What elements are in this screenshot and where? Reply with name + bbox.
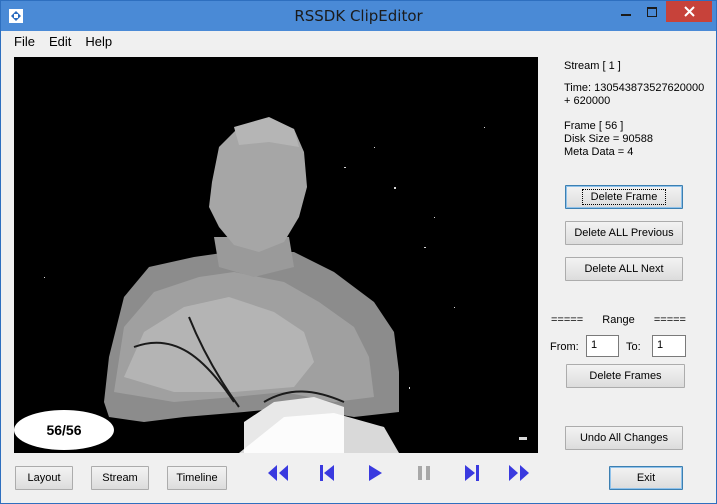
to-label: To: (626, 341, 641, 353)
delete-frames-button[interactable]: Delete Frames (566, 364, 685, 388)
range-label: Range (602, 314, 635, 326)
menu-edit[interactable]: Edit (42, 34, 78, 49)
stream-button[interactable]: Stream (91, 466, 149, 490)
undo-all-changes-button[interactable]: Undo All Changes (565, 426, 683, 450)
close-icon (683, 6, 695, 17)
range-dashes-left: ===== (551, 314, 584, 326)
menu-help[interactable]: Help (78, 34, 119, 49)
time-info-offset: + 620000 (564, 95, 611, 107)
range-header: ===== Range ===== (551, 314, 686, 326)
delete-all-next-button[interactable]: Delete ALL Next (565, 257, 683, 281)
last-frame-icon (509, 465, 529, 481)
menu-bar: File Edit Help (1, 31, 716, 52)
frame-counter-text: 56/56 (46, 422, 82, 438)
play-icon (369, 465, 382, 481)
from-label: From: (550, 341, 579, 353)
time-info: Time: 130543873527620000 (564, 82, 705, 94)
pause-button[interactable] (411, 461, 437, 485)
stream-info: Stream [ 1 ] (564, 60, 621, 72)
depth-image (14, 57, 538, 453)
minimize-icon (621, 13, 631, 16)
next-frame-icon (465, 465, 479, 481)
close-button[interactable] (666, 1, 712, 22)
last-frame-button[interactable] (506, 461, 532, 485)
pause-icon (418, 466, 430, 480)
maximize-button[interactable] (639, 1, 665, 22)
previous-frame-button[interactable] (314, 461, 340, 485)
window-title: RSSDK ClipEditor (294, 7, 423, 25)
frame-info: Frame [ 56 ] (564, 120, 624, 132)
minimize-button[interactable] (613, 1, 639, 22)
previous-frame-icon (320, 465, 334, 481)
layout-button[interactable]: Layout (15, 466, 73, 490)
maximize-icon (647, 6, 657, 17)
play-button[interactable] (362, 461, 388, 485)
first-frame-button[interactable] (265, 461, 291, 485)
app-window: RSSDK ClipEditor File Edit Help 56/56 St… (0, 0, 717, 504)
to-field[interactable]: 1 (652, 335, 686, 357)
delete-frame-label: Delete Frame (581, 189, 667, 205)
disk-size-info: Disk Size = 90588 (564, 133, 653, 145)
frame-counter-badge: 56/56 (14, 410, 114, 450)
timeline-button[interactable]: Timeline (167, 466, 227, 490)
title-bar[interactable]: RSSDK ClipEditor (1, 1, 716, 31)
menu-file[interactable]: File (1, 34, 42, 49)
delete-frame-button[interactable]: Delete Frame (565, 185, 683, 209)
meta-data-info: Meta Data = 4 (564, 146, 634, 158)
depth-frame-viewer[interactable]: 56/56 (14, 57, 538, 453)
first-frame-icon (268, 465, 288, 481)
from-field[interactable]: 1 (586, 335, 619, 357)
range-dashes-right: ===== (653, 314, 686, 326)
exit-button[interactable]: Exit (609, 466, 683, 490)
next-frame-button[interactable] (459, 461, 485, 485)
delete-all-previous-button[interactable]: Delete ALL Previous (565, 221, 683, 245)
